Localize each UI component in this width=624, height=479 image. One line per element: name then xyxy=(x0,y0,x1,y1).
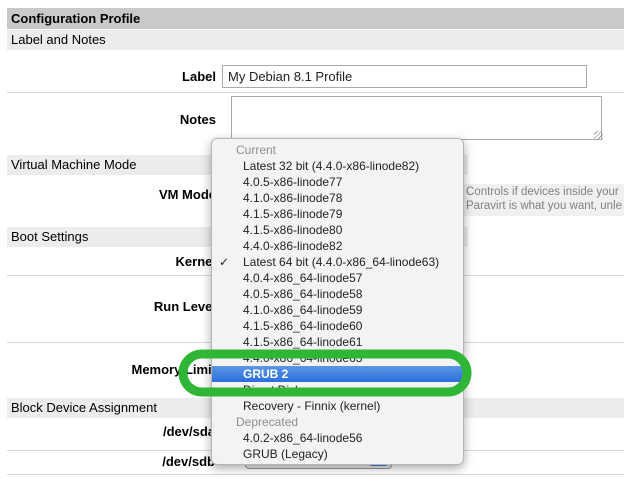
menu-item-label: Latest 64 bit (4.4.0-x86_64-linode63) xyxy=(243,255,439,269)
menu-item[interactable]: 4.4.0-x86-linode82 xyxy=(212,238,463,254)
menu-item[interactable]: 4.0.5-x86-linode77 xyxy=(212,174,463,190)
notes-textarea[interactable] xyxy=(231,96,602,140)
configuration-profile-page: Configuration Profile Label and Notes La… xyxy=(0,0,624,479)
menu-item[interactable]: 4.0.4-x86_64-linode57 xyxy=(212,270,463,286)
kernel-dropdown-menu: Current Latest 32 bit (4.4.0-x86-linode8… xyxy=(211,138,464,465)
menu-item[interactable]: 4.1.5-x86-linode80 xyxy=(212,222,463,238)
label-field-label: Label xyxy=(36,69,216,84)
menu-item[interactable]: 4.1.5-x86_64-linode61 xyxy=(212,334,463,350)
dev-sda-field-label: /dev/sda xyxy=(35,424,215,439)
menu-item-latest-32bit[interactable]: Latest 32 bit (4.4.0-x86-linode82) xyxy=(212,158,463,174)
menu-item[interactable]: 4.1.0-x86-linode78 xyxy=(212,190,463,206)
divider xyxy=(7,92,624,93)
menu-group-deprecated: Deprecated xyxy=(212,414,463,430)
page-title: Configuration Profile xyxy=(7,8,624,29)
run-level-field-label: Run Level xyxy=(36,299,216,314)
section-label-and-notes: Label and Notes xyxy=(7,30,624,50)
menu-item[interactable]: 4.1.5-x86_64-linode60 xyxy=(212,318,463,334)
checkmark-icon: ✓ xyxy=(219,254,229,270)
menu-item-grub-legacy[interactable]: GRUB (Legacy) xyxy=(212,446,463,462)
vm-mode-help-line1: Controls if devices inside your xyxy=(466,185,624,199)
dev-sdb-field-label: /dev/sdb xyxy=(35,454,215,469)
notes-field-label: Notes xyxy=(36,112,216,127)
label-input[interactable] xyxy=(222,65,587,88)
menu-item-recovery-finnix[interactable]: Recovery - Finnix (kernel) xyxy=(212,398,463,414)
menu-item[interactable]: 4.4.0-x86_64-linode63 xyxy=(212,350,463,366)
menu-item-latest-64bit[interactable]: ✓ Latest 64 bit (4.4.0-x86_64-linode63) xyxy=(212,254,463,270)
menu-item-grub2-selected[interactable]: GRUB 2 xyxy=(212,366,463,382)
menu-item[interactable]: 4.1.5-x86-linode79 xyxy=(212,206,463,222)
memory-limit-field-label: Memory Limit xyxy=(36,362,216,377)
menu-group-current: Current xyxy=(212,142,463,158)
kernel-field-label: Kernel xyxy=(36,254,216,269)
menu-item-direct-disk[interactable]: Direct Disk xyxy=(212,382,463,398)
vm-mode-help-text: Controls if devices inside your Paravirt… xyxy=(462,184,624,216)
divider xyxy=(7,474,624,475)
menu-item[interactable]: 4.0.5-x86_64-linode58 xyxy=(212,286,463,302)
vm-mode-field-label: VM Mode xyxy=(36,187,216,202)
menu-item[interactable]: 4.0.2-x86_64-linode56 xyxy=(212,430,463,446)
menu-item[interactable]: 4.1.0-x86_64-linode59 xyxy=(212,302,463,318)
vm-mode-help-line2: Paravirt is what you want, unle xyxy=(466,199,624,213)
